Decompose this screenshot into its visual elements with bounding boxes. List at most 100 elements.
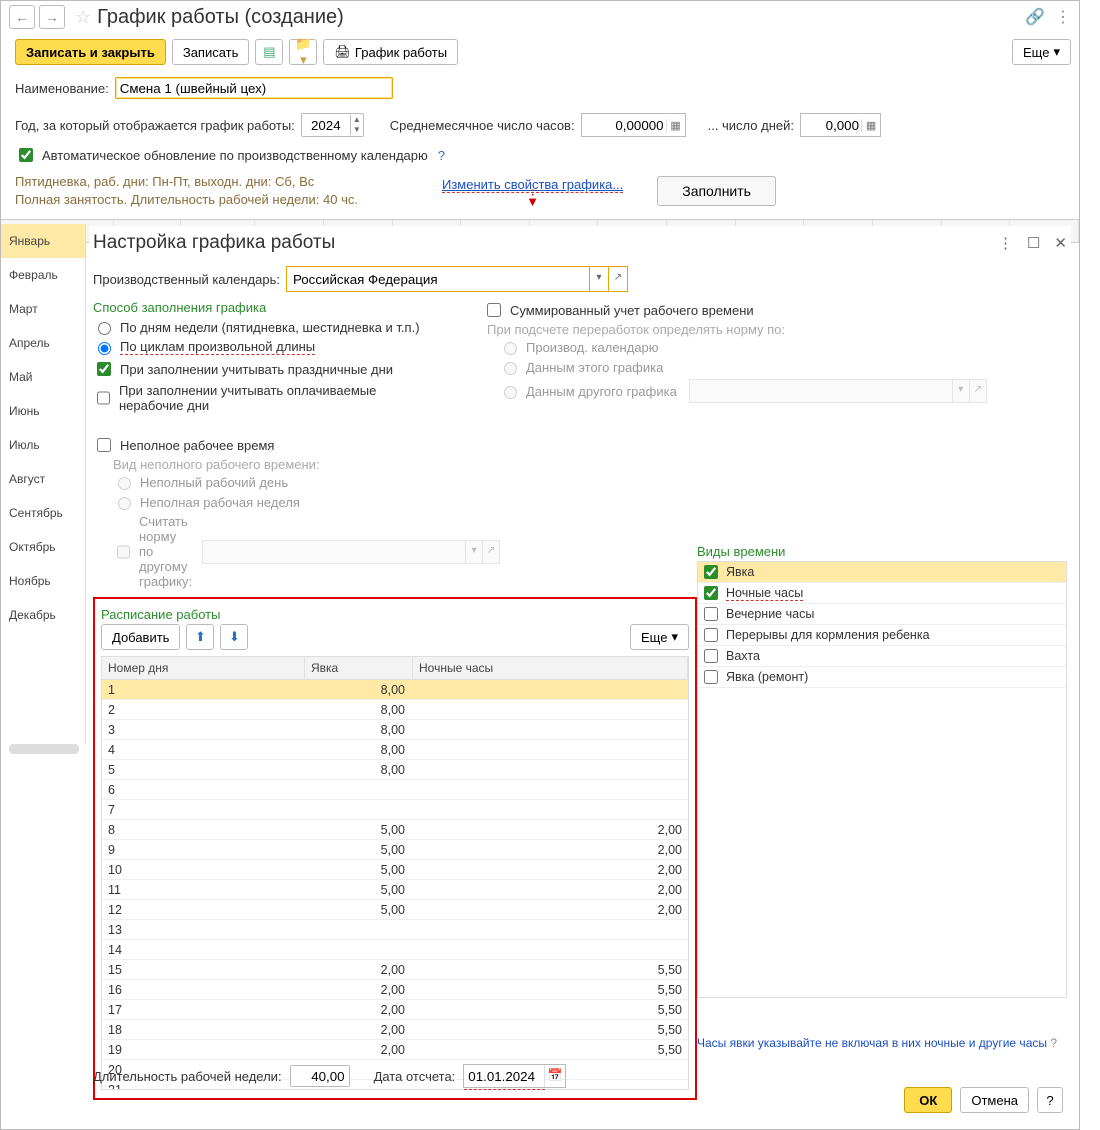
time-type-row[interactable]: Явка	[698, 562, 1066, 583]
avg-hours-input[interactable]: ▦	[581, 113, 686, 137]
month-Март[interactable]: Март	[1, 292, 85, 326]
time-type-checkbox[interactable]	[704, 586, 718, 600]
forward-button[interactable]: →	[39, 5, 65, 29]
time-type-row[interactable]: Вечерние часы	[698, 604, 1066, 625]
start-date-input[interactable]: 📅	[463, 1064, 566, 1088]
save-close-button[interactable]: Записать и закрыть	[15, 39, 166, 65]
cancel-button[interactable]: Отмена	[960, 1087, 1029, 1113]
open-icon[interactable]: ↗	[608, 267, 627, 291]
checkbox-paid-days[interactable]: При заполнении учитывать оплачиваемые не…	[93, 381, 443, 415]
table-row[interactable]: 162,005,50	[102, 980, 688, 1000]
ok-button[interactable]: ОК	[904, 1087, 952, 1113]
help-icon[interactable]: ?	[1050, 1036, 1057, 1050]
table-row[interactable]: 105,002,00	[102, 860, 688, 880]
time-type-checkbox[interactable]	[704, 628, 718, 642]
kebab-icon[interactable]: ⋮	[1055, 7, 1071, 27]
time-type-row[interactable]: Перерывы для кормления ребенка	[698, 625, 1066, 646]
checkbox-part-time[interactable]: Неполное рабочее время	[93, 433, 443, 457]
month-Апрель[interactable]: Апрель	[1, 326, 85, 360]
radio-weekdays[interactable]: По дням недели (пятидневка, шестидневка …	[93, 317, 443, 337]
week-length-label: Длительность рабочей недели:	[93, 1069, 282, 1084]
more-button[interactable]: Еще ▾	[1012, 39, 1071, 65]
month-Октябрь[interactable]: Октябрь	[1, 530, 85, 564]
list-icon-button[interactable]: ▤	[255, 39, 283, 65]
calendar-icon[interactable]: 📅	[544, 1065, 565, 1087]
radio-this-graph: Данным этого графика	[483, 357, 1067, 377]
scrollbar[interactable]	[9, 744, 79, 754]
month-Май[interactable]: Май	[1, 360, 85, 394]
time-type-checkbox[interactable]	[704, 670, 718, 684]
month-Август[interactable]: Август	[1, 462, 85, 496]
more-button[interactable]: Еще ▾	[630, 624, 689, 650]
schedule-section: Расписание работы Добавить ⬆ ⬇ Еще ▾ Ном…	[93, 597, 697, 1100]
time-type-checkbox[interactable]	[704, 565, 718, 579]
table-row[interactable]: 192,005,50	[102, 1040, 688, 1060]
kebab-icon[interactable]: ⋮	[998, 234, 1013, 252]
favorite-icon[interactable]: ☆	[75, 7, 91, 28]
back-button[interactable]: ←	[9, 5, 35, 29]
move-up-button[interactable]: ⬆	[186, 624, 214, 650]
other-norm-select: ▾↗	[202, 540, 500, 564]
main-window: ← → ☆ График работы (создание) 🔗 ⋮ Запис…	[0, 0, 1080, 1130]
table-row[interactable]: 152,005,50	[102, 960, 688, 980]
week-length-input[interactable]	[290, 1065, 350, 1087]
month-Июль[interactable]: Июль	[1, 428, 85, 462]
time-type-checkbox[interactable]	[704, 649, 718, 663]
checkbox-holidays[interactable]: При заполнении учитывать праздничные дни	[93, 357, 443, 381]
table-row[interactable]: 14	[102, 940, 688, 960]
help-icon[interactable]: ?	[438, 148, 445, 163]
calc-icon[interactable]: ▦	[861, 119, 880, 132]
time-type-checkbox[interactable]	[704, 607, 718, 621]
table-row[interactable]: 125,002,00	[102, 900, 688, 920]
link-icon[interactable]: 🔗	[1025, 7, 1045, 27]
table-row[interactable]: 182,005,50	[102, 1020, 688, 1040]
table-row[interactable]: 172,005,50	[102, 1000, 688, 1020]
folder-dropdown-button[interactable]: 📁▾	[289, 39, 317, 65]
month-Ноябрь[interactable]: Ноябрь	[1, 564, 85, 598]
add-button[interactable]: Добавить	[101, 624, 180, 650]
table-row[interactable]: 28,00	[102, 700, 688, 720]
table-row[interactable]: 18,00	[102, 680, 688, 700]
calendar-label: Производственный календарь:	[93, 272, 280, 287]
time-type-row[interactable]: Вахта	[698, 646, 1066, 667]
bottom-row: Длительность рабочей недели: Дата отсчет…	[93, 1064, 566, 1088]
fill-button[interactable]: Заполнить	[657, 176, 776, 206]
schedule-table[interactable]: Номер дня Явка Ночные часы 18,0028,0038,…	[101, 656, 689, 1090]
month-Февраль[interactable]: Февраль	[1, 258, 85, 292]
calendar-select[interactable]: ▾ ↗	[286, 266, 628, 292]
month-Январь[interactable]: Январь	[1, 224, 85, 258]
print-button[interactable]: 🖨 График работы	[323, 39, 458, 65]
titlebar: ← → ☆ График работы (создание) 🔗 ⋮	[1, 1, 1079, 33]
table-row[interactable]: 85,002,00	[102, 820, 688, 840]
name-input[interactable]	[115, 77, 393, 99]
calc-icon[interactable]: ▦	[666, 119, 685, 132]
save-button[interactable]: Записать	[172, 39, 250, 65]
close-icon[interactable]: ✕	[1054, 234, 1067, 252]
table-row[interactable]: 115,002,00	[102, 880, 688, 900]
time-types-table[interactable]: ЯвкаНочные часыВечерние часыПерерывы для…	[697, 561, 1067, 998]
table-row[interactable]: 48,00	[102, 740, 688, 760]
checkbox-summed[interactable]: Суммированный учет рабочего времени	[483, 298, 1067, 322]
chevron-down-icon[interactable]: ▾	[589, 267, 608, 291]
time-type-row[interactable]: Явка (ремонт)	[698, 667, 1066, 688]
radio-cycles[interactable]: По циклам произвольной длины	[93, 337, 443, 357]
start-date-label: Дата отсчета:	[374, 1069, 456, 1084]
days-input[interactable]: ▦	[800, 113, 881, 137]
month-Сентябрь[interactable]: Сентябрь	[1, 496, 85, 530]
table-row[interactable]: 58,00	[102, 760, 688, 780]
table-row[interactable]: 13	[102, 920, 688, 940]
year-spinner[interactable]: ▲▼	[301, 113, 364, 137]
table-row[interactable]: 7	[102, 800, 688, 820]
auto-update-checkbox[interactable]	[19, 148, 33, 162]
maximize-icon[interactable]: ☐	[1027, 234, 1040, 252]
radio-prod-cal: Производ. календарю	[483, 337, 1067, 357]
move-down-button[interactable]: ⬇	[220, 624, 248, 650]
table-row[interactable]: 38,00	[102, 720, 688, 740]
time-type-row[interactable]: Ночные часы	[698, 583, 1066, 604]
help-button[interactable]: ?	[1037, 1087, 1063, 1113]
schedule-title: Расписание работы	[101, 605, 689, 624]
month-Декабрь[interactable]: Декабрь	[1, 598, 85, 632]
month-Июнь[interactable]: Июнь	[1, 394, 85, 428]
table-row[interactable]: 6	[102, 780, 688, 800]
table-row[interactable]: 95,002,00	[102, 840, 688, 860]
